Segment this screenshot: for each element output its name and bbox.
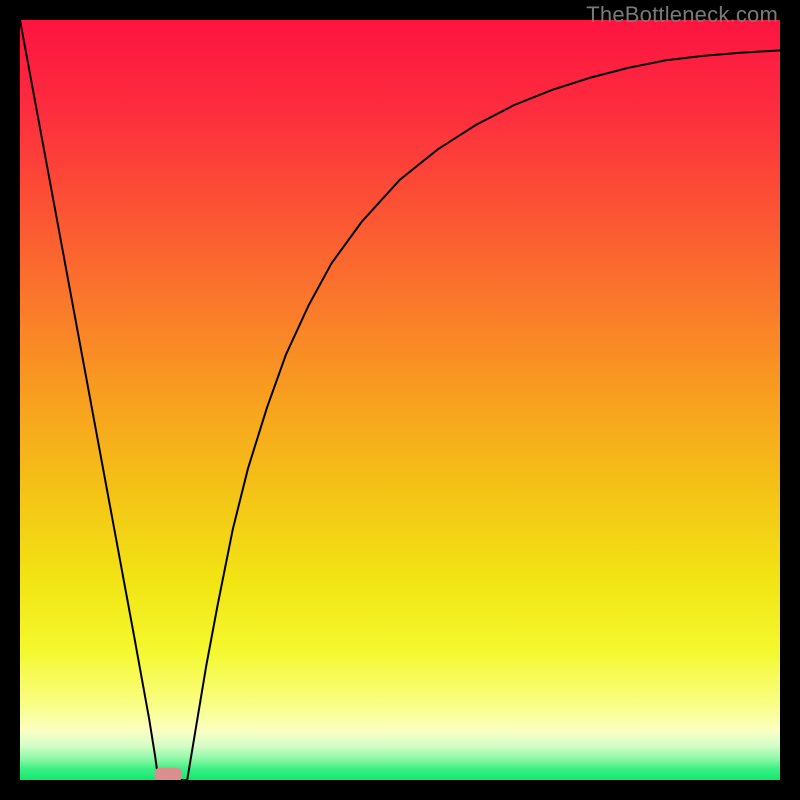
watermark-text: TheBottleneck.com bbox=[586, 2, 778, 28]
chart-background bbox=[20, 20, 780, 780]
bottleneck-chart bbox=[20, 20, 780, 780]
floor-marker bbox=[155, 768, 182, 780]
chart-frame bbox=[20, 20, 780, 780]
